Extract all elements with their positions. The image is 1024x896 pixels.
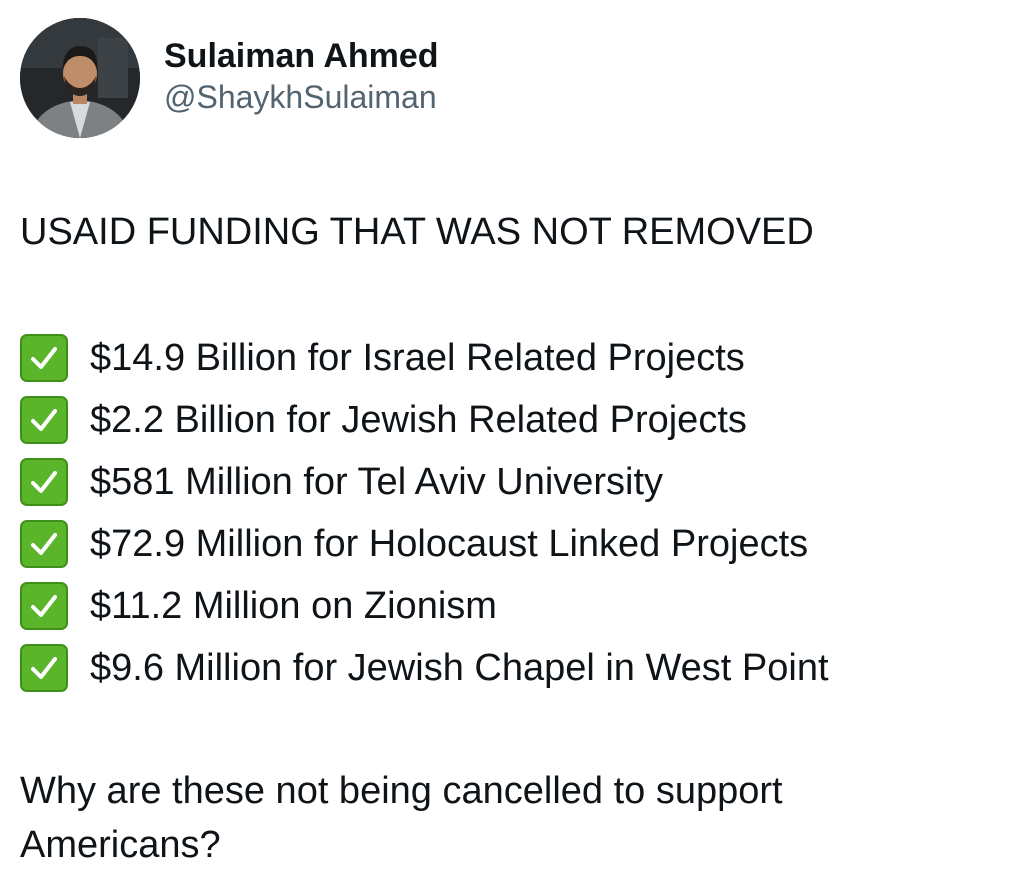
list-item: $581 Million for Tel Aviv University: [20, 451, 829, 513]
list-item-text: $2.2 Billion for Jewish Related Projects: [90, 399, 747, 441]
list-item-text: $9.6 Million for Jewish Chapel in West P…: [90, 647, 829, 689]
green-checkmark-icon: [20, 334, 68, 382]
post-card: Sulaiman Ahmed @ShaykhSulaiman USAID FUN…: [0, 0, 1024, 896]
author-names: Sulaiman Ahmed @ShaykhSulaiman: [164, 18, 439, 118]
list-item: $11.2 Million on Zionism: [20, 575, 829, 637]
post-question: Why are these not being cancelled to sup…: [20, 770, 783, 866]
list-item-text: $14.9 Billion for Israel Related Project…: [90, 337, 745, 379]
list-item: $14.9 Billion for Israel Related Project…: [20, 327, 829, 389]
author-display-name[interactable]: Sulaiman Ahmed: [164, 36, 439, 76]
green-checkmark-icon: [20, 582, 68, 630]
avatar-image: [20, 18, 140, 138]
list-item: $2.2 Billion for Jewish Related Projects: [20, 389, 829, 451]
list-item-text: $11.2 Million on Zionism: [90, 585, 497, 627]
list-item: $72.9 Million for Holocaust Linked Proje…: [20, 513, 829, 575]
funding-list: $14.9 Billion for Israel Related Project…: [20, 327, 829, 699]
list-item-text: $72.9 Million for Holocaust Linked Proje…: [90, 523, 809, 565]
green-checkmark-icon: [20, 644, 68, 692]
green-checkmark-icon: [20, 458, 68, 506]
post-header: Sulaiman Ahmed @ShaykhSulaiman: [20, 18, 439, 138]
avatar[interactable]: [20, 18, 140, 138]
author-handle[interactable]: @ShaykhSulaiman: [164, 76, 439, 118]
post-headline: USAID FUNDING THAT WAS NOT REMOVED: [20, 211, 814, 253]
list-item: $9.6 Million for Jewish Chapel in West P…: [20, 637, 829, 699]
green-checkmark-icon: [20, 520, 68, 568]
list-item-text: $581 Million for Tel Aviv University: [90, 461, 664, 503]
green-checkmark-icon: [20, 396, 68, 444]
